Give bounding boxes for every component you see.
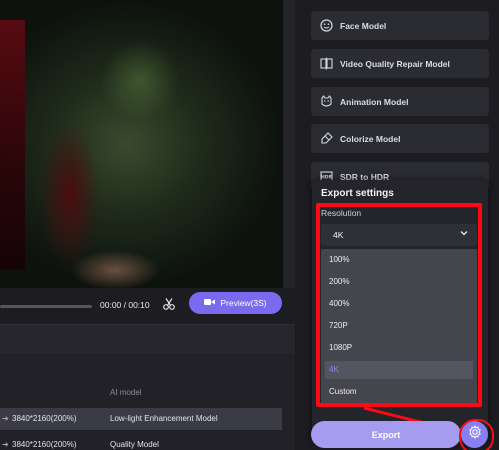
export-settings-title: Export settings bbox=[321, 188, 394, 199]
app-window: 00:00 / 00:10 Preview(3S) AI model ➔ 384… bbox=[0, 0, 499, 450]
preview-light bbox=[100, 40, 180, 120]
highlight-box bbox=[316, 203, 482, 407]
video-repair-icon bbox=[319, 57, 333, 71]
animation-icon bbox=[319, 95, 333, 109]
camera-icon bbox=[204, 298, 216, 308]
gear-icon bbox=[468, 424, 482, 444]
preview-figure bbox=[0, 20, 25, 270]
scissors-icon[interactable] bbox=[162, 297, 176, 311]
preview-figure-shadow bbox=[40, 120, 100, 270]
ai-model-column-header: AI model bbox=[110, 388, 142, 397]
face-model-label: Face Model bbox=[340, 20, 387, 31]
preview-button[interactable]: Preview(3S) bbox=[189, 292, 282, 314]
animation-model-label: Animation Model bbox=[340, 96, 409, 107]
video-quality-repair-model-label: Video Quality Repair Model bbox=[340, 58, 450, 69]
colorize-model-button[interactable]: Colorize Model bbox=[311, 124, 489, 153]
video-preview bbox=[0, 0, 283, 288]
preview-detail bbox=[70, 250, 160, 288]
colorize-icon bbox=[319, 132, 333, 146]
video-quality-repair-model-button[interactable]: Video Quality Repair Model bbox=[311, 49, 489, 78]
row-resolution: 3840*2160(200%) bbox=[12, 440, 77, 449]
time-display: 00:00 / 00:10 bbox=[100, 300, 150, 310]
row-resolution: 3840*2160(200%) bbox=[12, 414, 77, 423]
settings-button[interactable] bbox=[459, 419, 494, 450]
player-controls: 00:00 / 00:10 Preview(3S) bbox=[0, 288, 295, 324]
row-model: Quality Model bbox=[110, 440, 159, 449]
arrow-right-icon: ➔ bbox=[2, 414, 9, 423]
arrow-right-icon: ➔ bbox=[2, 440, 9, 449]
table-header-bar bbox=[0, 325, 295, 353]
export-button[interactable]: Export bbox=[311, 421, 461, 448]
row-model: Low-light Enhancement Model bbox=[110, 414, 218, 423]
progress-bar[interactable] bbox=[0, 305, 92, 308]
table-row[interactable]: ➔ 3840*2160(200%) Low-light Enhancement … bbox=[0, 408, 282, 430]
face-icon bbox=[319, 19, 333, 33]
table-row[interactable]: ➔ 3840*2160(200%) Quality Model bbox=[0, 434, 282, 450]
export-button-label: Export bbox=[371, 429, 401, 440]
preview-button-label: Preview(3S) bbox=[220, 298, 267, 308]
animation-model-button[interactable]: Animation Model bbox=[311, 87, 489, 116]
task-table bbox=[0, 324, 295, 450]
face-model-button[interactable]: Face Model bbox=[311, 11, 489, 40]
colorize-model-label: Colorize Model bbox=[340, 133, 401, 144]
